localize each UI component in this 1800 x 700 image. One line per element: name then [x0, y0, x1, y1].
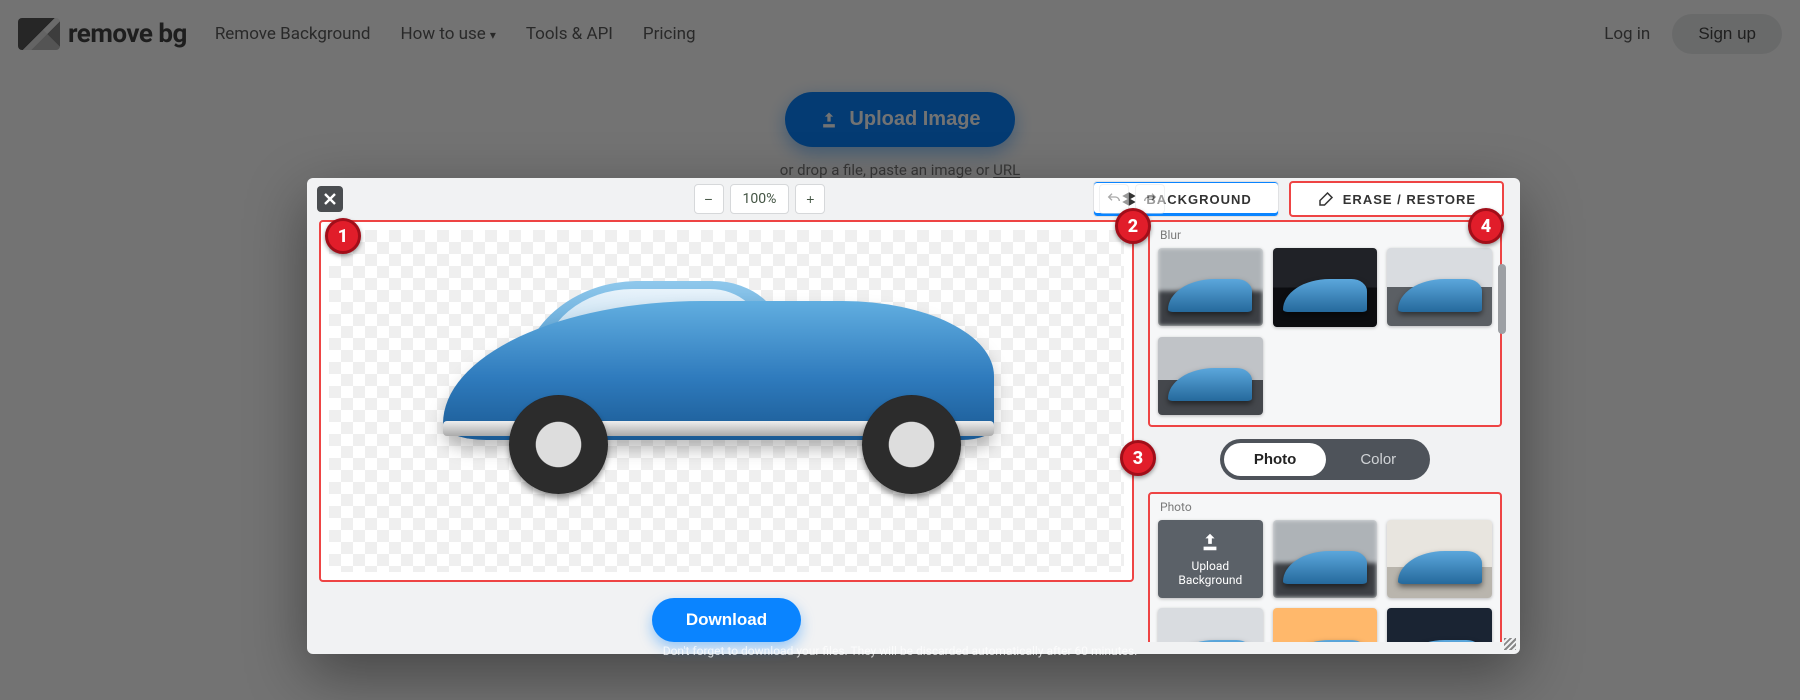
- blur-thumb-1[interactable]: [1158, 248, 1263, 326]
- seg-photo[interactable]: Photo: [1224, 443, 1327, 476]
- blur-panel-title: Blur: [1158, 226, 1492, 248]
- canvas-column: Download: [319, 220, 1134, 642]
- zoom-controls: − 100% +: [694, 184, 826, 214]
- side-panel: Blur Photo Color Photo: [1148, 220, 1508, 642]
- photo-panel-title: Photo: [1158, 498, 1492, 520]
- editor-toolbar: − 100% + BACKGROUND ERASE / RESTORE: [307, 178, 1520, 220]
- callout-3: 3: [1120, 440, 1156, 476]
- blur-panel: Blur: [1148, 220, 1502, 427]
- zoom-out-button[interactable]: −: [694, 184, 724, 214]
- editor-modal: − 100% + BACKGROUND ERASE / RESTORE: [307, 178, 1520, 654]
- blur-thumb-2[interactable]: [1273, 248, 1378, 327]
- photo-panel: Photo UploadBackground: [1148, 492, 1502, 642]
- undo-icon: [1106, 191, 1122, 207]
- close-icon: [323, 192, 337, 206]
- zoom-in-button[interactable]: +: [795, 184, 825, 214]
- callout-1: 1: [325, 218, 361, 254]
- redo-icon: [1142, 191, 1158, 207]
- subject-car: [443, 301, 994, 494]
- auto-discard-hint: Don't forget to download your files. The…: [0, 644, 1800, 658]
- callout-4: 4: [1468, 208, 1504, 244]
- close-button[interactable]: [317, 186, 343, 212]
- seg-color[interactable]: Color: [1330, 443, 1426, 476]
- canvas[interactable]: [319, 220, 1134, 582]
- side-scrollbar[interactable]: [1498, 264, 1506, 334]
- tab-erase-restore[interactable]: ERASE / RESTORE: [1289, 181, 1504, 217]
- eraser-icon: [1317, 190, 1335, 208]
- photo-thumb-5[interactable]: [1387, 608, 1492, 642]
- zoom-value: 100%: [730, 184, 790, 214]
- bg-type-toggle: Photo Color: [1148, 439, 1502, 480]
- download-button[interactable]: Download: [652, 598, 801, 642]
- blur-thumb-3[interactable]: [1387, 248, 1492, 326]
- photo-thumb-1[interactable]: [1273, 520, 1378, 599]
- callout-2: 2: [1115, 208, 1151, 244]
- blur-thumb-4[interactable]: [1158, 337, 1263, 415]
- photo-thumb-4[interactable]: [1273, 608, 1378, 642]
- photo-thumb-2[interactable]: [1387, 520, 1492, 598]
- upload-icon: [1199, 531, 1221, 553]
- upload-background-thumb[interactable]: UploadBackground: [1158, 520, 1263, 598]
- editor-body: Download Blur Photo Color Ph: [307, 220, 1520, 654]
- photo-thumb-3[interactable]: [1158, 608, 1263, 642]
